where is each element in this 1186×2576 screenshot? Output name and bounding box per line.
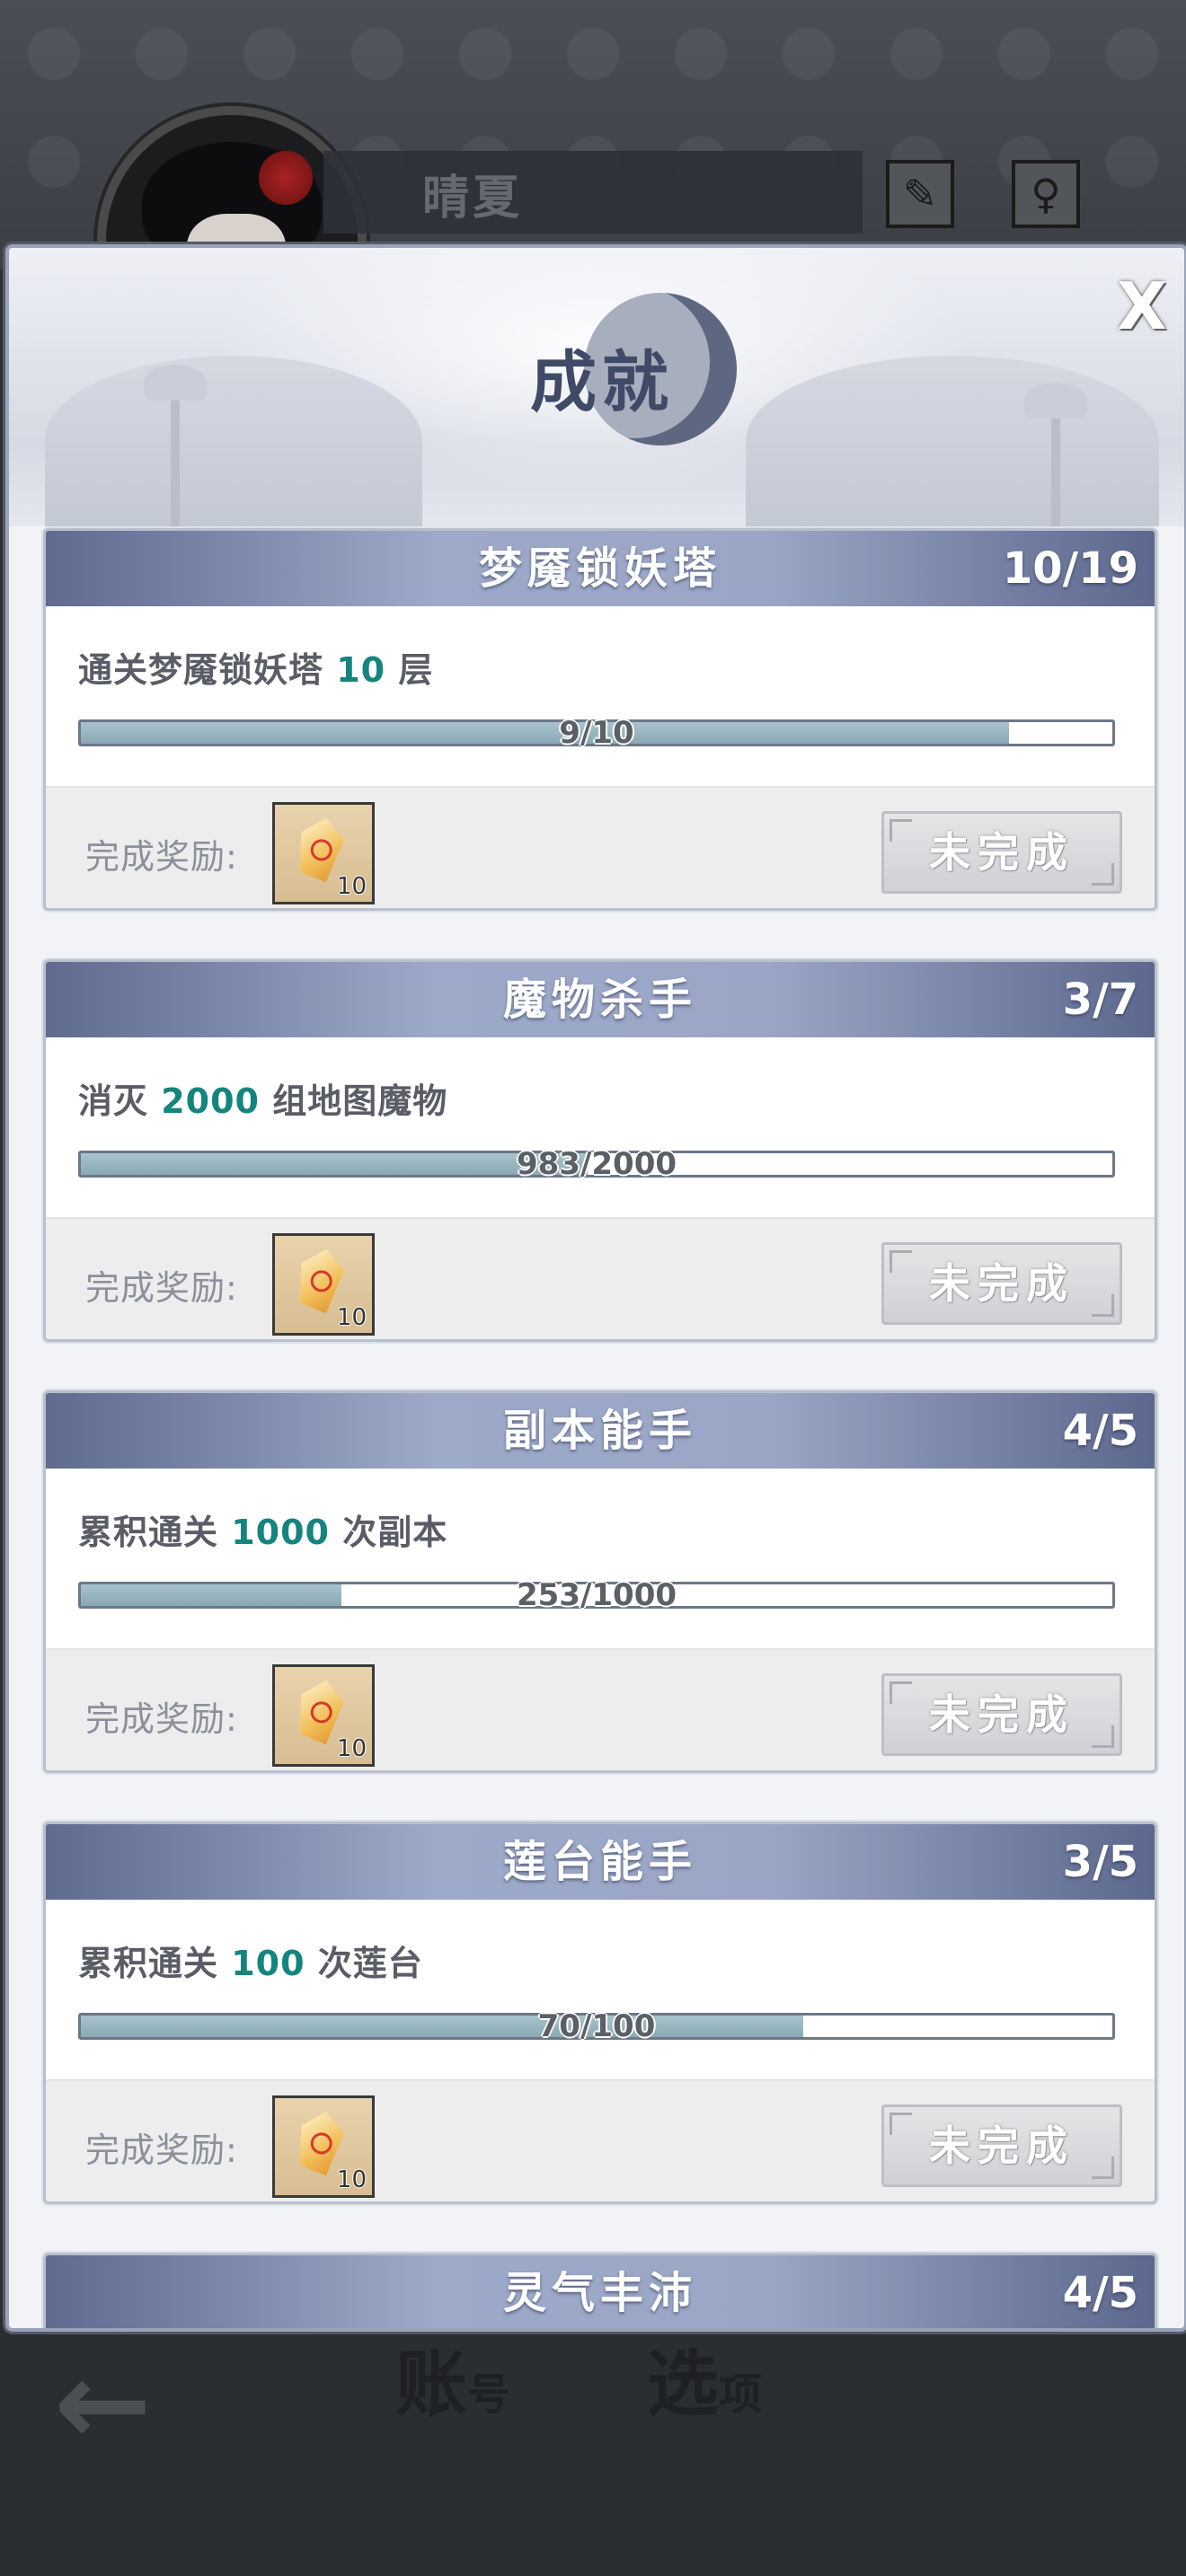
desc-number: 1000: [231, 1513, 330, 1552]
close-button[interactable]: X: [1111, 274, 1173, 339]
claim-status-button[interactable]: 未完成: [881, 2104, 1122, 2187]
achievement-desc: 累积通关 100 次莲台: [78, 1936, 423, 1985]
female-symbol-icon[interactable]: ♀: [1012, 160, 1080, 228]
desc-prefix: 通关梦魇锁妖塔: [78, 650, 337, 690]
button-corner-ornament: [890, 1250, 912, 1273]
reward-label: 完成奖励:: [85, 837, 238, 877]
desc-number: 2000: [161, 1081, 260, 1121]
tab-account-sub: 号: [467, 2369, 511, 2420]
progress-text: 983/2000: [516, 1146, 677, 1182]
achievement-card: 副本能手 4/5 累积通关 1000 次副本 253/1000 完成奖励: 10…: [43, 1390, 1157, 1773]
achievement-tier-count: 3/7: [1062, 975, 1138, 1025]
status-label: 未完成: [929, 2122, 1075, 2170]
desc-suffix: 次莲台: [305, 1944, 423, 1983]
achievement-title: 莲台能手: [502, 1837, 697, 1887]
reward-label: 完成奖励:: [85, 1699, 238, 1739]
reward-label: 完成奖励:: [85, 2130, 238, 2170]
reward-gem-item[interactable]: 10: [272, 1664, 375, 1767]
tab-options-main: 选: [647, 2342, 719, 2426]
achievement-tier-count: 4/5: [1062, 2268, 1138, 2318]
desc-suffix: 层: [385, 650, 434, 690]
reward-label: 完成奖励:: [85, 1268, 238, 1308]
progress-bar: 9/10: [78, 715, 1115, 751]
achievement-card: 梦魇锁妖塔 10/19 通关梦魇锁妖塔 10 层 9/10 完成奖励: 10 未…: [43, 528, 1157, 911]
brush-icon[interactable]: ✎: [886, 160, 954, 228]
button-corner-ornament: [890, 1681, 912, 1704]
button-corner-ornament: [1092, 1725, 1114, 1748]
reward-quantity: 10: [336, 1304, 367, 1331]
reward-gem-item[interactable]: 10: [272, 802, 375, 904]
claim-status-button[interactable]: 未完成: [881, 1673, 1122, 1756]
tab-options-sub: 项: [719, 2369, 763, 2420]
claim-status-button[interactable]: 未完成: [881, 1242, 1122, 1325]
achievement-desc: 累积通关 1000 次副本: [78, 1504, 447, 1554]
achievement-title: 梦魇锁妖塔: [478, 543, 721, 594]
reward-row: 完成奖励: 10 未完成: [46, 1648, 1155, 1770]
reward-gem-item[interactable]: 10: [272, 2095, 375, 2198]
claim-status-button[interactable]: 未完成: [881, 811, 1122, 894]
progress-bar: 253/1000: [78, 1577, 1115, 1613]
button-corner-ornament: [890, 2113, 912, 2135]
achievement-list[interactable]: 梦魇锁妖塔 10/19 通关梦魇锁妖塔 10 层 9/10 完成奖励: 10 未…: [43, 528, 1157, 2328]
player-name: 晴夏: [422, 172, 524, 225]
reward-row: 完成奖励: 10 未完成: [46, 1217, 1155, 1339]
tab-options[interactable]: 选项: [647, 2326, 881, 2461]
achievement-tier-count: 3/5: [1062, 1837, 1138, 1887]
modal-title: 成就: [530, 344, 674, 421]
achievement-desc: 消灭 2000 组地图魔物: [78, 1073, 447, 1123]
reward-quantity: 10: [336, 873, 367, 900]
reward-quantity: 10: [336, 1735, 367, 1762]
reward-row: 完成奖励: 10 未完成: [46, 2079, 1155, 2201]
achievement-modal: 成就 X 梦魇锁妖塔 10/19 通关梦魇锁妖塔 10 层 9/10 完成奖励:…: [5, 244, 1186, 2332]
achievement-card: 莲台能手 3/5 累积通关 100 次莲台 70/100 完成奖励: 10 未完…: [43, 1822, 1157, 2204]
progress-text: 9/10: [559, 715, 634, 751]
reward-quantity: 10: [336, 2166, 367, 2193]
desc-suffix: 组地图魔物: [260, 1081, 448, 1121]
button-corner-ornament: [1092, 2157, 1114, 2179]
banner-dune: [746, 356, 1159, 526]
achievement-card: 灵气丰沛 4/5: [43, 2253, 1157, 2328]
tab-account[interactable]: 账号: [395, 2326, 629, 2461]
achievement-title: 灵气丰沛: [502, 2268, 697, 2318]
desc-prefix: 累积通关: [78, 1513, 232, 1552]
banner-lantern: [1024, 383, 1087, 544]
achievement-title: 魔物杀手: [502, 975, 697, 1025]
achievement-desc: 通关梦魇锁妖塔 10 层: [78, 642, 433, 692]
desc-prefix: 消灭: [78, 1081, 162, 1121]
modal-banner: 成就: [9, 248, 1184, 544]
banner-dune: [45, 356, 422, 526]
button-corner-ornament: [1092, 1294, 1114, 1317]
achievement-card: 魔物杀手 3/7 消灭 2000 组地图魔物 983/2000 完成奖励: 10…: [43, 959, 1157, 1342]
button-corner-ornament: [1092, 863, 1114, 886]
progress-bar: 70/100: [78, 2008, 1115, 2044]
status-label: 未完成: [929, 1259, 1075, 1308]
progress-bar: 983/2000: [78, 1146, 1115, 1182]
achievement-title: 副本能手: [502, 1406, 697, 1456]
achievement-tier-count: 10/19: [1002, 543, 1138, 594]
button-corner-ornament: [890, 819, 912, 842]
status-label: 未完成: [929, 1690, 1075, 1739]
avatar-flower: [259, 151, 313, 205]
desc-prefix: 累积通关: [78, 1944, 232, 1983]
achievement-tier-count: 4/5: [1062, 1406, 1138, 1456]
reward-gem-item[interactable]: 10: [272, 1233, 375, 1336]
tab-account-main: 账: [395, 2342, 467, 2426]
progress-text: 70/100: [537, 2008, 656, 2044]
status-label: 未完成: [929, 828, 1075, 877]
progress-text: 253/1000: [516, 1577, 677, 1613]
desc-number: 10: [336, 650, 386, 690]
desc-suffix: 次副本: [330, 1513, 448, 1552]
banner-lantern: [144, 365, 207, 526]
desc-number: 100: [231, 1944, 305, 1983]
name-bar: [323, 151, 863, 234]
back-arrow-icon[interactable]: ←: [54, 2335, 152, 2472]
reward-row: 完成奖励: 10 未完成: [46, 786, 1155, 908]
